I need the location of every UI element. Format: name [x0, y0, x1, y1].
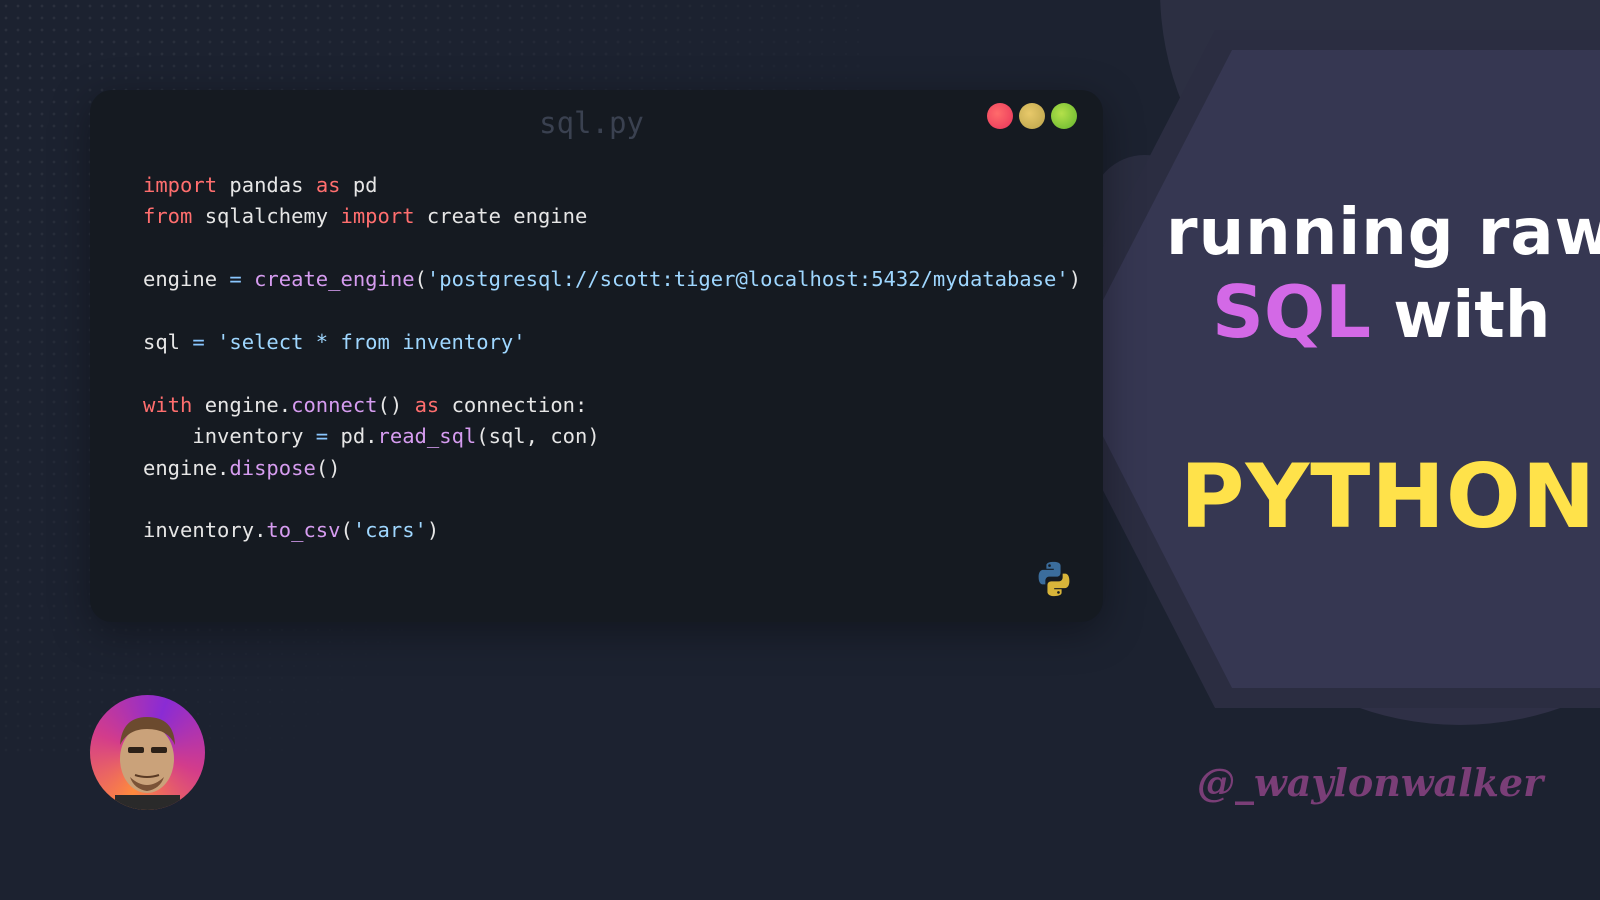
code-token: as	[414, 392, 440, 417]
code-line: inventory = pd.read_sql(sql, con)	[143, 421, 1081, 452]
heading-with: with	[1370, 279, 1551, 353]
window-controls	[987, 103, 1077, 129]
code-line: inventory.to_csv('cars')	[143, 515, 1081, 546]
code-token: =	[315, 424, 329, 449]
code-token: to_csv	[266, 518, 341, 543]
code-token: (sql, con)	[476, 424, 600, 449]
code-token: sqlalchemy	[192, 204, 341, 229]
code-token: 'cars'	[352, 518, 427, 543]
code-token: sql	[143, 329, 193, 354]
code-line: with engine.connect() as connection:	[143, 390, 1081, 421]
code-token: inventory	[143, 424, 316, 449]
code-token: =	[192, 329, 205, 354]
heading-sql: SQL	[1212, 270, 1371, 354]
code-token: (	[340, 518, 353, 543]
code-token: connect	[291, 392, 378, 417]
code-token: (	[414, 267, 427, 292]
code-token: dispose	[229, 455, 316, 480]
window-title: sql.py	[539, 106, 644, 140]
code-token: engine.	[192, 392, 292, 417]
heading-line-1: running raw	[1166, 196, 1600, 270]
code-token: connection:	[439, 392, 588, 417]
social-handle[interactable]: @_waylonwalker	[1197, 760, 1543, 805]
code-window: sql.py import pandas as pd from sqlalchem…	[90, 90, 1103, 622]
avatar-face-icon	[115, 717, 180, 810]
code-line: engine = create_engine('postgresql://sco…	[143, 264, 1081, 295]
code-token: )	[1068, 267, 1082, 292]
heading-line-2: SQL with	[1212, 270, 1550, 354]
code-line: engine.dispose()	[143, 453, 1081, 484]
code-line: import pandas as pd	[143, 170, 1081, 201]
code-token: 'postgresql://scott:tiger@localhost:5432…	[426, 267, 1069, 292]
close-light[interactable]	[987, 103, 1013, 129]
code-token: create engine	[414, 204, 588, 229]
code-token: engine	[143, 267, 230, 292]
code-line: from sqlalchemy import create engine	[143, 201, 1081, 232]
code-token: from	[143, 204, 193, 229]
code-token: )	[426, 518, 440, 543]
code-token: create_engine	[254, 267, 415, 292]
code-token: engine.	[143, 455, 230, 480]
code-block: import pandas as pd from sqlalchemy impor…	[143, 170, 1081, 547]
code-token: import	[340, 204, 415, 229]
code-token: as	[315, 173, 341, 197]
code-token: 'select * from inventory'	[217, 329, 526, 354]
code-token: pd.	[328, 424, 378, 449]
maximize-light[interactable]	[1051, 103, 1077, 129]
minimize-light[interactable]	[1019, 103, 1045, 129]
code-token: =	[229, 267, 242, 292]
code-token: ()	[315, 455, 341, 480]
heading-python: PYTHON	[1180, 445, 1597, 548]
hexagon-inner	[1068, 50, 1600, 688]
code-token: with	[143, 392, 193, 417]
code-token: ()	[377, 392, 415, 417]
python-icon	[1038, 561, 1070, 597]
code-token: inventory.	[143, 518, 267, 543]
code-token: pandas	[217, 173, 316, 197]
code-token: pd	[340, 173, 378, 197]
code-token: import	[143, 173, 218, 197]
code-token: read_sql	[377, 424, 477, 449]
code-line: sql = 'select * from inventory'	[143, 327, 1081, 358]
avatar[interactable]	[90, 695, 205, 810]
